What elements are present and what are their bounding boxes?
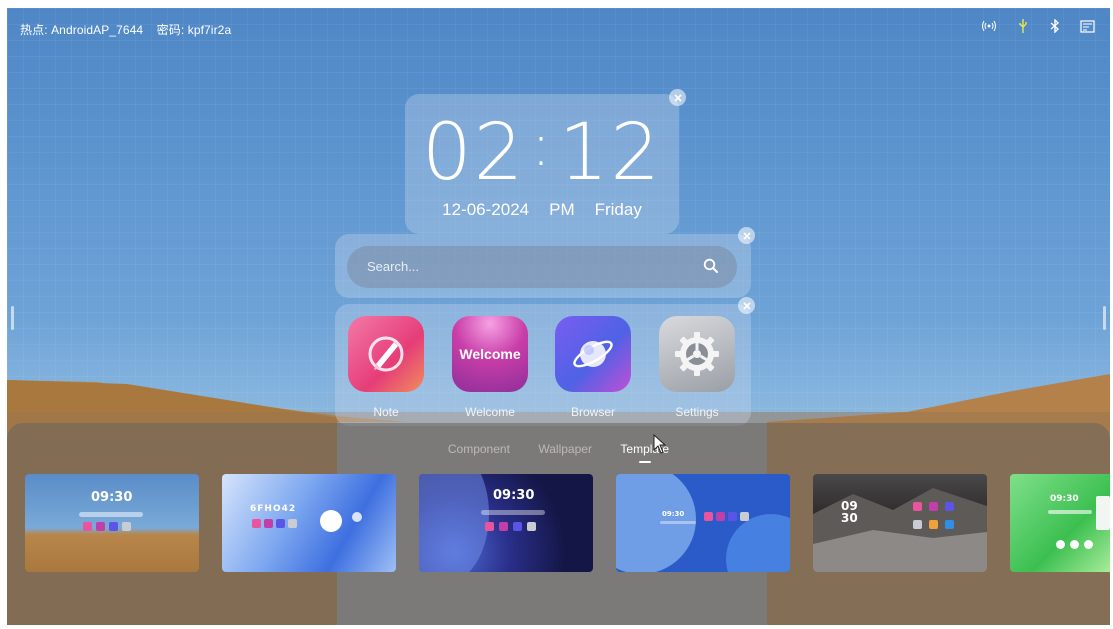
app-label: Browser	[570, 405, 615, 419]
hotspot-name: 热点: AndroidAP_7644	[20, 23, 144, 37]
mouse-cursor-icon	[653, 434, 667, 454]
apps-widget: Note Welcome Welcome Browser Settings	[335, 297, 755, 426]
hotspot-icon[interactable]	[981, 18, 997, 34]
left-edge-handle[interactable]	[11, 306, 14, 330]
template-app-icon	[913, 520, 922, 529]
app-welcome[interactable]: Welcome Welcome	[452, 316, 528, 419]
app-note[interactable]: Note	[348, 316, 424, 419]
template-app-icon	[288, 519, 297, 528]
search-widget	[335, 227, 755, 298]
template-app-icon	[527, 522, 536, 531]
welcome-icon: Welcome	[452, 316, 528, 392]
template-clock-face	[320, 510, 342, 532]
planet-icon	[555, 316, 631, 392]
close-icon	[742, 231, 751, 240]
template-app-icon	[252, 519, 261, 528]
template-app-icon	[740, 512, 749, 521]
desktop-screen: 热点: AndroidAP_7644 密码: kpf7ir2a 02:12 12…	[7, 8, 1110, 625]
close-search-widget-button[interactable]	[738, 227, 755, 244]
template-app-icon	[276, 519, 285, 528]
screen-cast-icon[interactable]	[1079, 18, 1095, 34]
gear-icon	[659, 316, 735, 392]
template-time: 09 30	[841, 499, 858, 525]
clock-weekday: Friday	[594, 200, 642, 219]
app-label: Welcome	[465, 405, 515, 419]
template-app-icon	[96, 522, 105, 531]
template-weather-icon	[352, 512, 362, 522]
app-label: Settings	[675, 405, 719, 419]
template-side-card	[1096, 496, 1110, 530]
clock-separator: :	[531, 111, 553, 179]
hotspot-password: 密码: kpf7ir2a	[156, 23, 232, 37]
template-thumbnail[interactable]: 09:30	[1010, 474, 1110, 572]
status-bar: 热点: AndroidAP_7644 密码: kpf7ir2a	[7, 8, 1110, 42]
close-clock-widget-button[interactable]	[669, 89, 686, 106]
template-time: 09:30	[493, 488, 535, 503]
panel-tabs: Component Wallpaper Template	[7, 440, 1110, 463]
template-app-icon	[1056, 540, 1065, 549]
template-app-icon	[485, 522, 494, 531]
template-mountain-shape	[813, 488, 987, 572]
close-apps-widget-button[interactable]	[738, 297, 755, 314]
template-app-icon	[945, 520, 954, 529]
template-app-icon	[122, 522, 131, 531]
close-icon	[742, 301, 751, 310]
template-app-icon	[499, 522, 508, 531]
template-app-icon	[1084, 540, 1093, 549]
usb-icon[interactable]	[1015, 18, 1031, 34]
template-wave-shape	[419, 474, 489, 572]
template-app-icon	[913, 502, 922, 511]
template-app-icon	[945, 502, 954, 511]
template-thumbnail[interactable]: 09:30	[419, 474, 593, 572]
template-time: 09:30	[91, 490, 133, 505]
note-pen-icon	[348, 316, 424, 392]
clock-time: 02:12	[405, 108, 679, 198]
template-thumbnail[interactable]: 6FHO42	[222, 474, 396, 572]
search-bar[interactable]	[347, 246, 737, 288]
template-time: 6FHO42	[250, 504, 297, 514]
tab-component[interactable]: Component	[448, 442, 510, 456]
template-app-icon	[929, 502, 938, 511]
app-settings[interactable]: Settings	[659, 316, 735, 419]
clock-widget[interactable]: 02:12 12-06-2024 PM Friday	[405, 89, 686, 234]
bluetooth-icon[interactable]	[1047, 18, 1063, 34]
welcome-icon-text: Welcome	[459, 346, 521, 362]
search-input[interactable]	[365, 258, 669, 275]
template-app-icon	[716, 512, 725, 521]
clock-meridiem: PM	[549, 200, 575, 219]
close-icon	[673, 93, 682, 102]
template-time: 09:30	[1050, 494, 1079, 504]
template-thumbnail[interactable]: 09:30	[616, 474, 790, 572]
right-edge-handle[interactable]	[1103, 306, 1106, 330]
app-label: Note	[373, 405, 399, 419]
template-app-icon	[83, 522, 92, 531]
clock-hours: 02	[421, 108, 526, 198]
tab-wallpaper[interactable]: Wallpaper	[538, 442, 592, 456]
clock-date-row: 12-06-2024 PM Friday	[405, 200, 679, 220]
customize-panel: Component Wallpaper Template 09:30 6FHO4…	[7, 423, 1110, 625]
template-time: 09:30	[662, 510, 685, 518]
template-app-icon	[109, 522, 118, 531]
clock-date: 12-06-2024	[442, 200, 530, 219]
app-browser[interactable]: Browser	[555, 316, 631, 419]
template-app-icon	[1070, 540, 1079, 549]
template-app-icon	[704, 512, 713, 521]
clock-minutes: 12	[558, 108, 663, 198]
template-app-icon	[264, 519, 273, 528]
template-app-icon	[513, 522, 522, 531]
template-search-bar	[79, 512, 143, 517]
hotspot-info: 热点: AndroidAP_7644 密码: kpf7ir2a	[20, 21, 241, 38]
template-search-bar	[481, 510, 545, 515]
search-icon[interactable]	[703, 258, 719, 274]
template-thumbnail[interactable]: 09:30	[25, 474, 199, 572]
template-circle-shape	[726, 514, 790, 572]
template-app-icon	[728, 512, 737, 521]
template-thumbnail[interactable]: 09 30	[813, 474, 987, 572]
template-search-bar	[1048, 510, 1092, 514]
template-search-bar	[660, 521, 696, 524]
template-app-icon	[929, 520, 938, 529]
